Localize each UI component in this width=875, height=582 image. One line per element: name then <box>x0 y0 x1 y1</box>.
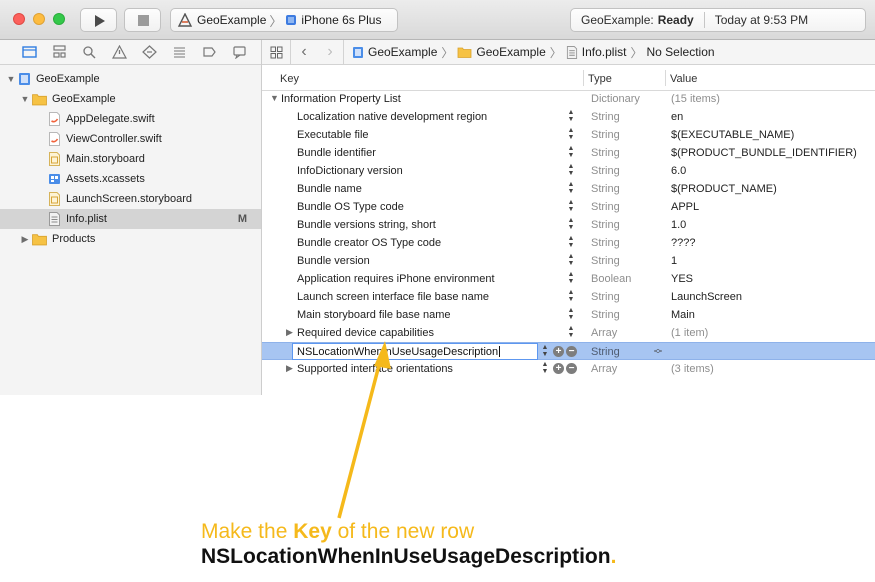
annotation-dot: . <box>610 545 617 568</box>
arrow-head <box>374 341 391 369</box>
annotation-prefix: Make the <box>201 520 294 543</box>
annotation-key-name: NSLocationWhenInUseUsageDescription <box>201 545 611 568</box>
annotation-bold: Key <box>293 520 332 543</box>
annotation-arrow <box>337 341 391 519</box>
arrow-shaft <box>337 349 385 519</box>
annotation-line-1: Make the Key of the new row <box>201 520 841 544</box>
annotation-suffix: of the new row <box>331 520 475 543</box>
annotation-callout: Make the Key of the new row NSLocationWh… <box>201 520 841 569</box>
annotation-line-2: NSLocationWhenInUseUsageDescription. <box>201 545 841 569</box>
